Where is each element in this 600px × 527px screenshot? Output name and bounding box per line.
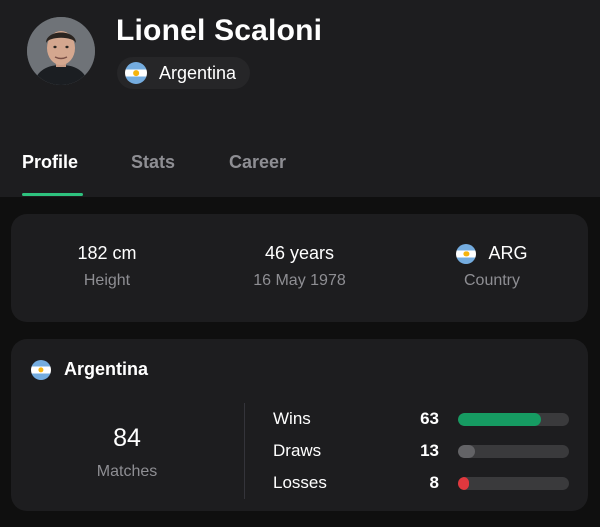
country-stat: ARG Country	[396, 214, 588, 322]
age-value: 46 years	[264, 243, 335, 263]
team-header: Argentina	[31, 359, 148, 380]
country-code: ARG	[488, 243, 528, 263]
personal-info-card: 182 cm Height 46 years 16 May 1978 ARG C…	[11, 214, 588, 322]
team-name: Argentina	[64, 359, 149, 379]
wins-value: 63	[420, 409, 439, 428]
losses-bar-fill	[458, 477, 470, 490]
losses-label: Losses	[273, 473, 327, 492]
avatar[interactable]	[27, 17, 95, 85]
tab-bar: Profile Stats Career	[0, 150, 600, 197]
tab-career[interactable]: Career	[229, 152, 286, 173]
nationality-label: Argentina	[159, 62, 237, 83]
birth-date: 16 May 1978	[253, 272, 346, 289]
wins-row: Wins 63	[11, 409, 588, 433]
draws-row: Draws 13	[11, 441, 588, 465]
tab-profile[interactable]: Profile	[22, 152, 78, 173]
wins-bar-fill	[458, 413, 542, 426]
team-record-card[interactable]: Argentina 84 Matches Wins 63 Draws 13 Lo…	[11, 339, 588, 511]
tab-stats[interactable]: Stats	[131, 152, 175, 173]
draws-label: Draws	[273, 441, 322, 460]
profile-name: Lionel Scaloni	[116, 14, 323, 47]
wins-label: Wins	[273, 409, 311, 428]
nationality-badge[interactable]: Argentina	[117, 57, 251, 89]
age-stat: 46 years 16 May 1978	[203, 214, 396, 322]
draws-value: 13	[420, 441, 439, 460]
active-tab-indicator	[22, 193, 83, 196]
country-value: ARG	[396, 243, 588, 264]
losses-row: Losses 8	[11, 473, 588, 497]
losses-bar	[458, 477, 569, 490]
argentina-flag-icon	[125, 62, 147, 84]
wins-bar	[458, 413, 569, 426]
argentina-flag-icon	[31, 359, 51, 380]
height-label: Height	[83, 272, 131, 289]
losses-value: 8	[429, 473, 439, 492]
draws-bar-fill	[458, 445, 475, 458]
argentina-flag-icon	[456, 243, 477, 264]
country-label: Country	[463, 272, 521, 289]
draws-bar	[458, 445, 569, 458]
height-value: 182 cm	[77, 243, 137, 263]
height-stat: 182 cm Height	[11, 214, 203, 322]
profile-header: Lionel Scaloni Argentina Profile Stats C…	[0, 0, 600, 197]
